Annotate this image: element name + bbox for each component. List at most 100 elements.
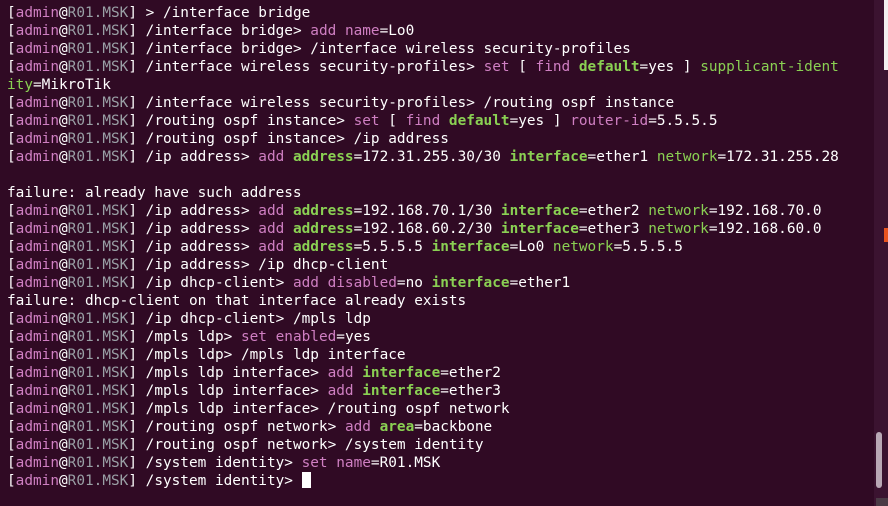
terminal-text-segment: =no [396, 275, 432, 291]
terminal-text-segment: R01.MSK [67, 59, 129, 75]
terminal-text-segment: ] /interface wireless security-profiles>… [128, 95, 675, 111]
terminal-text-segment: [ [7, 113, 16, 129]
terminal-text-segment: R01.MSK [67, 419, 129, 435]
terminal-text-segment: @ [59, 437, 68, 453]
background-window-edge [884, 0, 888, 70]
terminal-text-segment: [ [7, 347, 16, 363]
terminal-text-segment: failure: already have such address [7, 185, 302, 201]
terminal-text-segment: =R01.MSK [370, 455, 441, 471]
terminal-line: [admin@R01.MSK] /mpls ldp> /mpls ldp int… [7, 346, 874, 364]
terminal-text-segment: network [552, 239, 614, 255]
terminal-text-segment: @ [59, 257, 68, 273]
terminal-line: [admin@R01.MSK] /ip dhcp-client> add dis… [7, 274, 874, 292]
terminal-text-segment: enabled [275, 329, 337, 345]
terminal-text-segment: =192.168.70.0 [708, 203, 822, 219]
terminal-line: [admin@R01.MSK] /routing ospf instance> … [7, 130, 874, 148]
terminal-text-segment: R01.MSK [67, 401, 129, 417]
terminal-text-segment: R01.MSK [67, 131, 129, 147]
terminal-text-segment: =backbone [414, 419, 493, 435]
terminal-line: [admin@R01.MSK] /routing ospf network> a… [7, 418, 874, 436]
terminal-text-segment: [ [7, 131, 16, 147]
terminal-text-segment: address [292, 239, 354, 255]
terminal-text-segment: =yes ] [639, 59, 701, 75]
terminal-text-segment: =ether2 [578, 203, 649, 219]
terminal-text-segment: @ [59, 275, 68, 291]
terminal-text-segment: @ [59, 239, 68, 255]
terminal-text-segment: name [336, 455, 371, 471]
terminal-text-segment: ] /ip dhcp-client> /mpls ldp [128, 311, 371, 327]
terminal-text-segment: area [379, 419, 415, 435]
terminal-text-segment: admin [15, 473, 59, 489]
terminal-line [7, 166, 874, 184]
terminal-text-segment: ] > /interface bridge [128, 5, 311, 21]
terminal-text-segment: admin [15, 455, 59, 471]
terminal-text-segment: R01.MSK [67, 257, 129, 273]
terminal-text-segment: interface [362, 383, 441, 399]
terminal-text-segment: R01.MSK [67, 275, 129, 291]
terminal-text-segment: @ [59, 221, 68, 237]
terminal-text-segment: [ [7, 239, 16, 255]
terminal-line: [admin@R01.MSK] /ip address> /ip dhcp-cl… [7, 256, 874, 274]
terminal-text-segment: [ [7, 437, 16, 453]
terminal-text-segment: [ [7, 329, 16, 345]
terminal-text-segment: @ [59, 113, 68, 129]
terminal-text-segment: admin [15, 131, 59, 147]
terminal-text-segment: default [448, 113, 510, 129]
terminal-text-segment: R01.MSK [67, 239, 129, 255]
terminal-text-segment: =172.31.255.30/30 [353, 149, 510, 165]
terminal-text-segment: set [353, 113, 389, 129]
terminal-text-segment: [ [7, 59, 16, 75]
terminal-text-segment: @ [59, 149, 68, 165]
terminal-text-segment: ] /routing ospf network> [128, 419, 345, 435]
terminal-text-segment: [ [7, 401, 16, 417]
terminal-text-segment: [ [7, 365, 16, 381]
scrollbar-thumb[interactable] [876, 432, 882, 488]
terminal-text-segment: [ [7, 257, 16, 273]
terminal-text-segment: [ [7, 275, 16, 291]
terminal-text-segment: @ [59, 311, 68, 327]
terminal-text-segment: R01.MSK [67, 95, 129, 111]
terminal-text-segment: R01.MSK [67, 329, 129, 345]
terminal-text-segment: @ [59, 203, 68, 219]
terminal-text-segment: admin [15, 239, 59, 255]
terminal-text-segment: add [292, 275, 328, 291]
terminal-text-segment: [ [7, 221, 16, 237]
terminal-text-segment: admin [15, 401, 59, 417]
terminal-text-segment: @ [59, 347, 68, 363]
terminal-text-segment: =ether2 [440, 365, 501, 381]
terminal-text-segment: network [656, 149, 718, 165]
terminal-text-segment: [ [7, 455, 16, 471]
terminal-text-segment: R01.MSK [67, 455, 129, 471]
terminal-text-segment: interface [362, 365, 441, 381]
terminal-text-segment: [ [7, 311, 16, 327]
terminal-text-segment: =yes ] [509, 113, 571, 129]
terminal-text-segment: admin [15, 95, 59, 111]
terminal-text-segment: =5.5.5.5 [648, 113, 718, 129]
terminal-text-segment: @ [59, 131, 68, 147]
terminal-text-segment: name [344, 23, 380, 39]
terminal-text-segment: =5.5.5.5 [353, 239, 432, 255]
terminal-text-segment: address [292, 149, 354, 165]
terminal-output[interactable]: [admin@R01.MSK] > /interface bridge [admi… [0, 0, 874, 506]
terminal-text-segment: admin [15, 221, 59, 237]
background-accent-edge [884, 228, 888, 242]
terminal-line: [admin@R01.MSK] /system identity> [7, 472, 874, 490]
terminal-text-segment: interface [500, 203, 579, 219]
terminal-text-segment: =ether1 [587, 149, 657, 165]
terminal-line: [admin@R01.MSK] /ip address> add address… [7, 220, 874, 238]
terminal-text-segment: ] /ip dhcp-client> [128, 275, 293, 291]
terminal-text-segment: address [292, 203, 354, 219]
terminal-text-segment: R01.MSK [67, 347, 129, 363]
terminal-text-segment: =5.5.5.5 [613, 239, 683, 255]
terminal-text-segment: ] /mpls ldp> [128, 329, 241, 345]
terminal-text-segment: [ [7, 41, 16, 57]
terminal-text-segment: interface [509, 149, 588, 165]
terminal-text-segment: admin [15, 365, 59, 381]
terminal-text-segment: R01.MSK [67, 5, 129, 21]
terminal-text-segment: ] /interface bridge> /interface wireless… [128, 41, 631, 57]
terminal-text-segment: ] /ip address> [128, 149, 259, 165]
terminal-text-segment: set [301, 455, 337, 471]
terminal-text-segment: ] /ip address> [128, 203, 259, 219]
background-window-corner [876, 498, 888, 506]
terminal-line: [admin@R01.MSK] /routing ospf network> /… [7, 436, 874, 454]
